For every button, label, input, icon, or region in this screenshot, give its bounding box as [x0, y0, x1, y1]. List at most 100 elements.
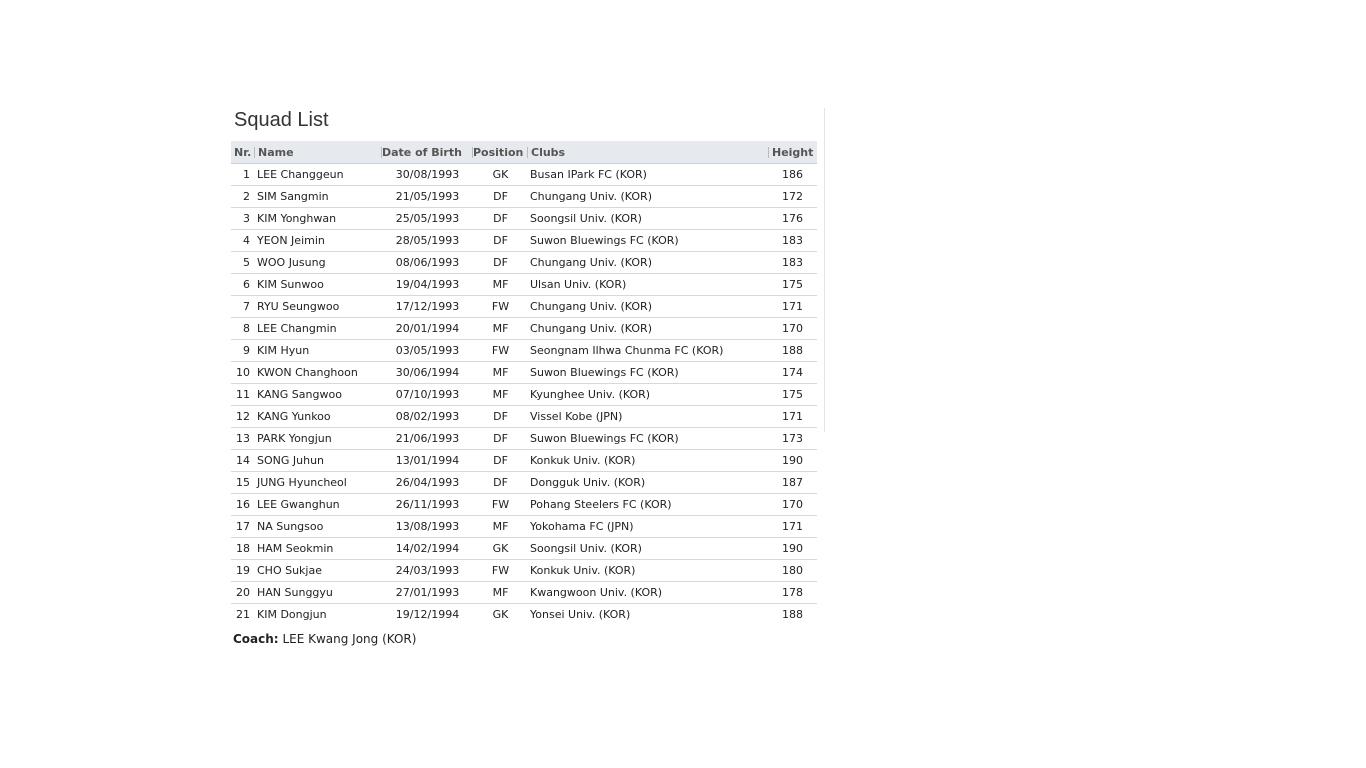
player-number: 4	[231, 229, 255, 252]
column-header-clubs[interactable]: Clubs	[528, 141, 769, 164]
column-header-name[interactable]: Name	[255, 141, 382, 164]
player-date-of-birth: 13/08/1993	[382, 515, 473, 538]
player-height: 170	[769, 317, 817, 340]
player-club: Seongnam Ilhwa Chunma FC (KOR)	[528, 339, 769, 362]
player-date-of-birth: 08/06/1993	[382, 251, 473, 274]
player-height: 175	[769, 273, 817, 296]
player-height: 178	[769, 581, 817, 604]
column-header-clubs-label: Clubs	[531, 145, 566, 159]
table-row: 16 LEE Gwanghun 26/11/1993 FW Pohang Steeler…	[231, 493, 817, 516]
player-height: 190	[769, 449, 817, 472]
table-row: 17 NA Sungsoo 13/08/1993 MF Yokohama FC (JPN…	[231, 515, 817, 538]
player-date-of-birth: 26/11/1993	[382, 493, 473, 516]
player-club: Soongsil Univ. (KOR)	[528, 537, 769, 560]
player-position: FW	[473, 339, 528, 362]
player-name: LEE Changgeun	[255, 163, 382, 186]
panel-divider	[824, 108, 825, 432]
table-row: 21 KIM Dongjun 19/12/1994 GK Yonsei Univ. (K…	[231, 604, 817, 626]
player-name: RYU Seungwoo	[255, 295, 382, 318]
player-club: Konkuk Univ. (KOR)	[528, 449, 769, 472]
player-number: 18	[231, 537, 255, 560]
player-club: Soongsil Univ. (KOR)	[528, 207, 769, 230]
player-name: SIM Sangmin	[255, 185, 382, 208]
player-number: 13	[231, 427, 255, 450]
player-number: 15	[231, 471, 255, 494]
table-row: 3 KIM Yonghwan 25/05/1993 DF Soongsil Univ. …	[231, 207, 817, 230]
column-header-dob-label: Date of Birth	[382, 145, 462, 159]
player-position: DF	[473, 471, 528, 494]
player-date-of-birth: 19/12/1994	[395, 608, 460, 621]
player-date-of-birth: 19/04/1993	[382, 273, 473, 296]
player-name: CHO Sukjae	[255, 559, 382, 582]
player-date-of-birth: 21/05/1993	[382, 185, 473, 208]
column-header-height-label: Height	[772, 145, 814, 159]
player-position: DF	[473, 185, 528, 208]
table-row: 2 SIM Sangmin 21/05/1993 DF Chungang Univ. (…	[231, 185, 817, 208]
player-position: MF	[473, 273, 528, 296]
player-number: 6	[231, 273, 255, 296]
player-position: GK	[492, 608, 509, 621]
player-date-of-birth: 13/01/1994	[382, 449, 473, 472]
column-header-name-label: Name	[258, 145, 294, 159]
player-name: WOO Jusung	[255, 251, 382, 274]
player-date-of-birth: 25/05/1993	[382, 207, 473, 230]
player-name: KIM Yonghwan	[255, 207, 382, 230]
player-name: KIM Sunwoo	[255, 273, 382, 296]
player-position: MF	[473, 317, 528, 340]
player-club: Chungang Univ. (KOR)	[528, 317, 769, 340]
player-number: 3	[231, 207, 255, 230]
player-club: Chungang Univ. (KOR)	[528, 295, 769, 318]
player-name: NA Sungsoo	[255, 515, 382, 538]
player-number: 8	[231, 317, 255, 340]
column-header-nr[interactable]: Nr.	[231, 141, 255, 164]
coach-line: Coach: LEE Kwang Jong (KOR)	[233, 632, 416, 646]
player-height: 171	[769, 295, 817, 318]
player-height: 174	[769, 361, 817, 384]
table-row: 8 LEE Changmin 20/01/1994 MF Chungang Univ. …	[231, 317, 817, 340]
column-header-nr-label: Nr.	[234, 145, 252, 159]
player-position: MF	[473, 383, 528, 406]
player-club: Suwon Bluewings FC (KOR)	[528, 427, 769, 450]
player-position: GK	[473, 537, 528, 560]
player-name: LEE Changmin	[255, 317, 382, 340]
player-number: 9	[231, 339, 255, 362]
player-club: Konkuk Univ. (KOR)	[528, 559, 769, 582]
player-height: 175	[769, 383, 817, 406]
player-club: Kyunghee Univ. (KOR)	[528, 383, 769, 406]
column-header-height[interactable]: Height	[769, 141, 817, 164]
player-height: 176	[769, 207, 817, 230]
table-header-row: Nr. Name Date of Birth Position Clubs He…	[231, 141, 817, 164]
player-date-of-birth: 17/12/1993	[382, 295, 473, 318]
column-header-dob[interactable]: Date of Birth	[382, 141, 473, 164]
player-date-of-birth: 08/02/1993	[382, 405, 473, 428]
player-number: 21	[236, 608, 250, 621]
player-name: KANG Yunkoo	[255, 405, 382, 428]
table-row: 1 LEE Changgeun 30/08/1993 GK Busan IPark FC…	[231, 163, 817, 186]
table-row: 12 KANG Yunkoo 08/02/1993 DF Vissel Kobe (JP…	[231, 405, 817, 428]
player-date-of-birth: 03/05/1993	[382, 339, 473, 362]
player-club: Vissel Kobe (JPN)	[528, 405, 769, 428]
player-club: Chungang Univ. (KOR)	[528, 251, 769, 274]
squad-table: Nr. Name Date of Birth Position Clubs He…	[231, 141, 817, 625]
column-header-position[interactable]: Position	[473, 141, 528, 164]
player-name: HAN Sunggyu	[255, 581, 382, 604]
player-height: 170	[769, 493, 817, 516]
player-height: 188	[769, 339, 817, 362]
player-club: Suwon Bluewings FC (KOR)	[528, 229, 769, 252]
player-date-of-birth: 30/08/1993	[382, 163, 473, 186]
player-position: FW	[473, 559, 528, 582]
player-position: MF	[473, 581, 528, 604]
player-name: HAM Seokmin	[255, 537, 382, 560]
player-position: GK	[473, 163, 528, 186]
player-height: 172	[769, 185, 817, 208]
player-position: DF	[473, 229, 528, 252]
table-row: 7 RYU Seungwoo 17/12/1993 FW Chungang Univ. …	[231, 295, 817, 318]
player-name: PARK Yongjun	[255, 427, 382, 450]
player-date-of-birth: 28/05/1993	[382, 229, 473, 252]
table-row: 20 HAN Sunggyu 27/01/1993 MF Kwangwoon Univ.…	[231, 581, 817, 604]
player-position: FW	[473, 493, 528, 516]
coach-name: LEE Kwang Jong (KOR)	[282, 632, 417, 646]
player-name: YEON Jeimin	[255, 229, 382, 252]
player-name: SONG Juhun	[255, 449, 382, 472]
player-number: 19	[231, 559, 255, 582]
